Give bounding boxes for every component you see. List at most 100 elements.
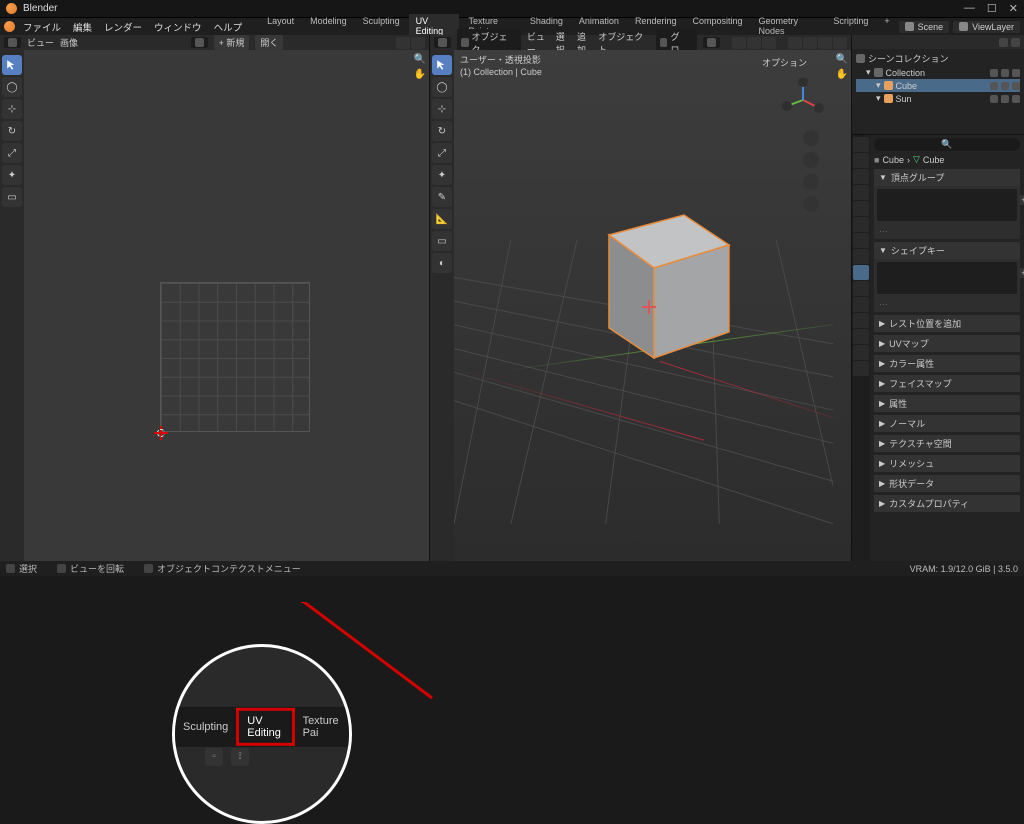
editor-type-selector[interactable]	[4, 37, 21, 48]
snap-selector[interactable]	[703, 37, 720, 48]
properties-tab[interactable]	[853, 169, 869, 184]
tool[interactable]: 📐	[432, 209, 452, 229]
properties-tab[interactable]	[853, 329, 869, 344]
zoom-icon[interactable]: 🔍	[414, 54, 426, 65]
mouse-icon	[57, 564, 66, 573]
3d-canvas[interactable]: ユーザー・透視投影 (1) Collection | Cube オプション	[454, 50, 833, 561]
outliner-item[interactable]: ▾Collection	[856, 66, 1020, 79]
menu-ウィンドウ[interactable]: ウィンドウ	[148, 18, 208, 36]
uv-editor-header: ビュー 画像 + 新規 開く	[0, 35, 429, 50]
magnet-icon	[707, 38, 716, 47]
properties-tab[interactable]	[853, 281, 869, 296]
tool[interactable]: ◐	[432, 253, 452, 273]
tool[interactable]: ↻	[432, 121, 452, 141]
tool[interactable]: ✎	[432, 187, 452, 207]
open-image-button[interactable]: 開く	[255, 35, 283, 50]
panel-header[interactable]: ▶レスト位置を追加	[874, 315, 1020, 332]
properties-tab[interactable]	[853, 185, 869, 200]
uv-canvas[interactable]	[24, 50, 411, 561]
properties-search[interactable]: 🔍	[874, 138, 1020, 151]
editor-type-selector[interactable]	[434, 37, 451, 48]
menu-レンダー[interactable]: レンダー	[98, 18, 148, 36]
maximize-button[interactable]: ☐	[987, 2, 997, 15]
panel-header[interactable]: ▶形状データ	[874, 475, 1020, 492]
tool[interactable]: ⊹	[2, 99, 22, 119]
filter-icon[interactable]	[999, 38, 1008, 47]
properties-panel: ▶リメッシュ	[874, 455, 1020, 472]
outliner-root[interactable]: シーンコレクション	[856, 51, 1020, 66]
tool[interactable]: ⊹	[432, 99, 452, 119]
cube-object[interactable]	[574, 180, 754, 370]
properties-tab[interactable]	[853, 313, 869, 328]
uv-image-editor: ビュー 画像 + 新規 開く ◯ ⊹ ↻ ⤢ ✦ ▭	[0, 35, 430, 561]
panel-header[interactable]: ▶カラー属性	[874, 355, 1020, 372]
image-slot[interactable]	[191, 37, 208, 48]
status-stats: VRAM: 1.9/12.0 GiB | 3.5.0	[910, 564, 1018, 574]
properties-tab[interactable]	[853, 249, 869, 264]
right-sidebar: シーンコレクション▾Collection▾Cube▾Sun 🔍 ■Cube› ▽…	[852, 35, 1024, 561]
properties-tab[interactable]	[853, 233, 869, 248]
filter-icon[interactable]	[1011, 38, 1020, 47]
zoom-tab-highlighted: UV Editing	[236, 708, 294, 746]
camera-nav-button[interactable]	[803, 174, 819, 190]
tool[interactable]: ▭	[432, 231, 452, 251]
cursor-tool[interactable]	[2, 55, 22, 75]
overlay-toggles[interactable]	[732, 37, 776, 49]
properties-tab[interactable]	[853, 217, 869, 232]
panel-header[interactable]: ▼頂点グループ	[874, 169, 1020, 186]
tool[interactable]: ✦	[432, 165, 452, 185]
nav-gizmo[interactable]	[781, 78, 825, 122]
uv-menu-image[interactable]: 画像	[60, 36, 78, 49]
properties-tab[interactable]	[853, 265, 869, 280]
viewlayer-selector[interactable]: ViewLayer	[953, 21, 1020, 33]
menu-編集[interactable]: 編集	[67, 18, 98, 36]
uv-grid	[160, 282, 310, 432]
panel-header[interactable]: ▶フェイスマップ	[874, 375, 1020, 392]
tool[interactable]: ▭	[2, 187, 22, 207]
panel-header[interactable]: ▶属性	[874, 395, 1020, 412]
scene-icon	[905, 22, 914, 31]
menu-ヘルプ[interactable]: ヘルプ	[208, 18, 249, 36]
menu-ファイル[interactable]: ファイル	[17, 18, 67, 36]
properties-panel: ▼頂点グループ+⋯	[874, 169, 1020, 239]
shading-modes[interactable]	[788, 37, 847, 49]
panel-header[interactable]: ▶ノーマル	[874, 415, 1020, 432]
panel-header[interactable]: ▶テクスチャ空間	[874, 435, 1020, 452]
tool[interactable]: ◯	[432, 77, 452, 97]
zoom-nav-button[interactable]	[803, 130, 819, 146]
minimize-button[interactable]: —	[964, 2, 975, 15]
pan-nav-button[interactable]	[803, 152, 819, 168]
options-popover[interactable]: オプション	[762, 56, 807, 69]
new-image-button[interactable]: + 新規	[214, 35, 250, 50]
zoom-tab: Texture Pai	[295, 711, 349, 743]
viewport-overlay-info: ユーザー・透視投影 (1) Collection | Cube	[460, 54, 542, 78]
pan-icon[interactable]: ✋	[836, 69, 848, 80]
panel-header[interactable]: ▶カスタムプロパティ	[874, 495, 1020, 512]
tool[interactable]: ⤢	[432, 143, 452, 163]
panel-header[interactable]: ▶UVマップ	[874, 335, 1020, 352]
pan-icon[interactable]: ✋	[414, 69, 426, 80]
properties-tab[interactable]	[853, 297, 869, 312]
properties-tab[interactable]	[853, 201, 869, 216]
zoom-callout: Sculpting UV Editing Texture Pai ▫ ⟟	[172, 644, 352, 824]
zoom-tab: Sculpting	[175, 717, 236, 737]
properties-tab[interactable]	[853, 345, 869, 360]
scene-selector[interactable]: Scene	[899, 21, 950, 33]
properties-tab[interactable]	[853, 361, 869, 376]
properties-tab[interactable]	[853, 153, 869, 168]
uv-menu-view[interactable]: ビュー	[27, 36, 54, 49]
outliner-item[interactable]: ▾Cube	[856, 79, 1020, 92]
close-button[interactable]: ✕	[1009, 2, 1018, 15]
zoom-icon[interactable]: 🔍	[836, 54, 848, 65]
cursor-tool[interactable]	[432, 55, 452, 75]
persp-nav-button[interactable]	[803, 196, 819, 212]
properties-tab[interactable]	[853, 137, 869, 152]
tool[interactable]: ⤢	[2, 143, 22, 163]
tool[interactable]: ↻	[2, 121, 22, 141]
tool[interactable]: ◯	[2, 77, 22, 97]
tool[interactable]: ✦	[2, 165, 22, 185]
panel-header[interactable]: ▶リメッシュ	[874, 455, 1020, 472]
panel-header[interactable]: ▼シェイプキー	[874, 242, 1020, 259]
uv-display-channels[interactable]	[396, 37, 425, 49]
outliner-item[interactable]: ▾Sun	[856, 92, 1020, 105]
